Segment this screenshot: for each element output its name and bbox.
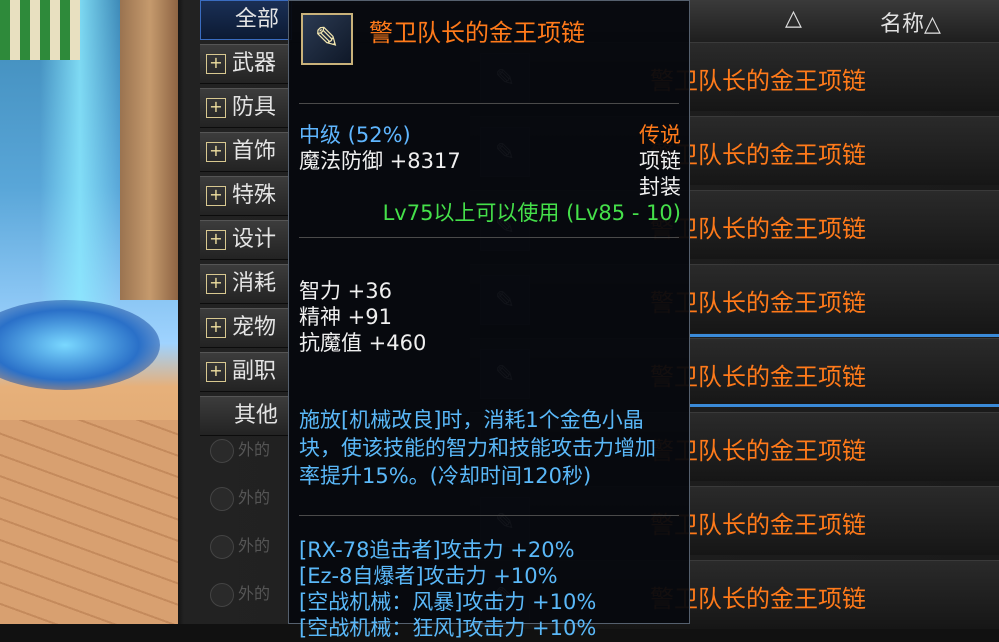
expand-icon[interactable]: + xyxy=(206,54,226,74)
scene-floor xyxy=(0,420,200,624)
expand-icon[interactable]: + xyxy=(206,362,226,382)
scene-awning xyxy=(0,0,80,60)
scene-rune-circle xyxy=(0,300,160,390)
divider xyxy=(299,237,679,238)
category-all[interactable]: 全部 xyxy=(200,0,292,40)
scene-pillar xyxy=(120,0,180,300)
category-subjob[interactable]: + 副职 xyxy=(200,352,290,392)
checkbox-icon[interactable] xyxy=(210,582,234,607)
expand-icon[interactable]: + xyxy=(206,274,226,294)
item-tooltip: ✎ 警卫队长的金王项链 中级 (52%) 传说 魔法防御 +8317 项链 封装… xyxy=(288,0,690,640)
category-other[interactable]: 其他 xyxy=(200,396,290,436)
category-consumable[interactable]: + 消耗 xyxy=(200,264,290,304)
category-panel: 全部 + 武器 + 防具 + 首饰 + 特殊 + 设计 + 消耗 + 宠物 + 副职 其他 xyxy=(200,0,292,624)
filter-checkbox-row[interactable]: 外的 xyxy=(210,436,290,464)
expand-icon[interactable]: + xyxy=(206,98,226,118)
expand-icon[interactable]: + xyxy=(206,186,226,206)
column-header-sort[interactable]: △ xyxy=(785,6,802,31)
category-weapon[interactable]: + 武器 xyxy=(200,44,290,84)
category-armor[interactable]: + 防具 xyxy=(200,88,290,128)
category-special[interactable]: + 特殊 xyxy=(200,176,290,216)
stat-line: 抗魔值 +460 xyxy=(299,331,427,355)
selection-highlight xyxy=(690,404,999,407)
checkbox-icon[interactable] xyxy=(210,534,234,559)
level-requirement: Lv75以上可以使用 (Lv85 - 10) xyxy=(382,201,681,225)
tooltip-item-name: 警卫队长的金王项链 xyxy=(369,19,585,47)
expand-icon[interactable]: + xyxy=(206,230,226,250)
skill-bonus-line: [空战机械：狂风]攻击力 +10% xyxy=(299,616,597,640)
filter-checkbox-row[interactable]: 外的 xyxy=(210,484,290,512)
item-description: 施放[机械改良]时，消耗1个金色小晶块，使该技能的智力和技能攻击力增加率提升15… xyxy=(299,408,656,488)
column-header-name[interactable]: 名称△ xyxy=(880,6,941,38)
category-accessory[interactable]: + 首饰 xyxy=(200,132,290,172)
expand-icon[interactable]: + xyxy=(206,318,226,338)
divider xyxy=(299,515,679,516)
main-stat: 魔法防御 +8317 xyxy=(299,149,461,173)
selection-highlight xyxy=(690,334,999,337)
category-design[interactable]: + 设计 xyxy=(200,220,290,260)
checkbox-icon[interactable] xyxy=(210,486,234,511)
checkbox-icon[interactable] xyxy=(210,438,234,463)
filter-checkbox-row[interactable]: 外的 xyxy=(210,580,290,608)
expand-icon[interactable]: + xyxy=(206,142,226,162)
necklace-icon: ✎ xyxy=(301,13,353,65)
divider xyxy=(299,103,679,104)
filter-checkbox-row[interactable]: 外的 xyxy=(210,532,290,560)
game-scene-background xyxy=(0,0,200,624)
category-pet[interactable]: + 宠物 xyxy=(200,308,290,348)
